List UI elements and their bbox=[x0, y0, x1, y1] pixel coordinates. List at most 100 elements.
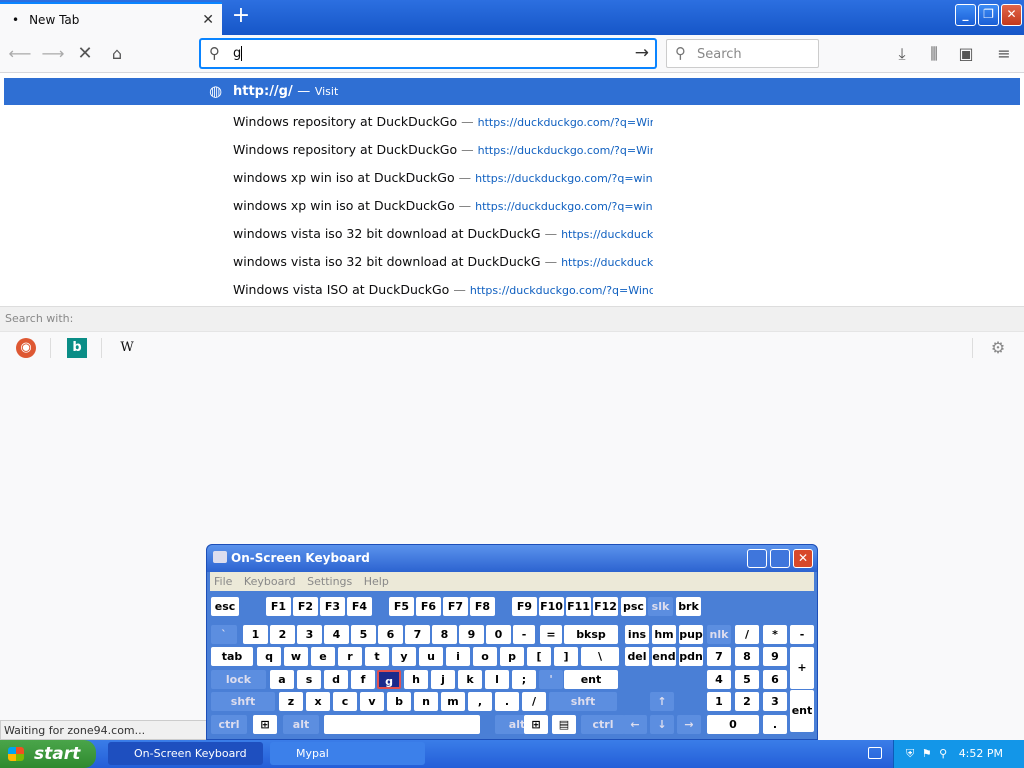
key[interactable]: k bbox=[458, 670, 482, 689]
wikipedia-icon[interactable]: W bbox=[117, 338, 137, 358]
key[interactable]: 7 bbox=[405, 625, 430, 644]
osk-maximize-button[interactable] bbox=[770, 549, 790, 568]
key[interactable]: 0 bbox=[486, 625, 511, 644]
key[interactable]: p bbox=[500, 647, 524, 666]
keyboard-tray-icon[interactable] bbox=[868, 747, 882, 759]
taskbar-item-osk[interactable]: On-Screen Keyboard bbox=[108, 742, 263, 765]
key[interactable]: F5 bbox=[389, 597, 414, 616]
library-icon[interactable]: ⫼ bbox=[922, 43, 946, 65]
osk-menu-keyboard[interactable]: Keyboard bbox=[244, 575, 296, 588]
stop-icon[interactable]: ✕ bbox=[73, 43, 97, 65]
osk-minimize-button[interactable] bbox=[747, 549, 767, 568]
osk-close-button[interactable]: ✕ bbox=[793, 549, 813, 568]
key[interactable]: F11 bbox=[566, 597, 591, 616]
key[interactable]: ↓ bbox=[650, 715, 674, 734]
key[interactable]: 7 bbox=[707, 647, 731, 666]
key[interactable]: z bbox=[279, 692, 303, 711]
key[interactable]: ctrl bbox=[211, 715, 247, 734]
key[interactable]: [ bbox=[527, 647, 551, 666]
key[interactable]: F1 bbox=[266, 597, 291, 616]
key[interactable]: 9 bbox=[763, 647, 787, 666]
spacebar-key[interactable] bbox=[324, 715, 480, 734]
tab-new-tab[interactable]: • New Tab ✕ bbox=[0, 2, 222, 35]
key[interactable]: 6 bbox=[763, 670, 787, 689]
autocomplete-row[interactable]: Windows vista ISO at DuckDuckGo — https://… bbox=[233, 276, 653, 304]
key[interactable]: r bbox=[338, 647, 362, 666]
key[interactable]: 8 bbox=[432, 625, 457, 644]
key[interactable]: y bbox=[392, 647, 416, 666]
autocomplete-row[interactable]: windows xp win iso at DuckDuckGo — https:/… bbox=[233, 164, 653, 192]
key[interactable]: \ bbox=[581, 647, 619, 666]
key[interactable]: e bbox=[311, 647, 335, 666]
key[interactable]: i bbox=[446, 647, 470, 666]
key[interactable]: F10 bbox=[539, 597, 564, 616]
key[interactable]: ; bbox=[512, 670, 536, 689]
search-tray-icon[interactable]: ⚲ bbox=[939, 747, 947, 760]
key[interactable]: lock bbox=[211, 670, 266, 689]
key[interactable]: F4 bbox=[347, 597, 372, 616]
key[interactable]: / bbox=[522, 692, 546, 711]
close-tab-icon[interactable]: ✕ bbox=[202, 12, 214, 28]
autocomplete-row[interactable]: windows vista iso 32 bit download at Duc… bbox=[233, 220, 653, 248]
key[interactable]: ent bbox=[564, 670, 618, 689]
key[interactable]: 1 bbox=[243, 625, 268, 644]
key[interactable]: del bbox=[625, 647, 649, 666]
shield-icon[interactable]: ⛨ bbox=[906, 747, 914, 760]
key[interactable]: g bbox=[377, 670, 401, 689]
key[interactable]: l bbox=[485, 670, 509, 689]
key[interactable]: 1 bbox=[707, 692, 731, 711]
menu-icon[interactable]: ≡ bbox=[992, 43, 1016, 65]
key[interactable]: F3 bbox=[320, 597, 345, 616]
key[interactable]: 2 bbox=[270, 625, 295, 644]
sidebar-icon[interactable]: ▣ bbox=[954, 43, 978, 65]
key[interactable]: end bbox=[652, 647, 676, 666]
key[interactable]: 0 bbox=[707, 715, 759, 734]
key[interactable]: d bbox=[324, 670, 348, 689]
taskbar-item-mypal[interactable]: Mypal bbox=[270, 742, 425, 765]
go-arrow-icon[interactable]: → bbox=[635, 43, 649, 63]
key[interactable]: . bbox=[763, 715, 787, 734]
key[interactable]: tab bbox=[211, 647, 253, 666]
key[interactable]: ↑ bbox=[650, 692, 674, 711]
key[interactable]: 6 bbox=[378, 625, 403, 644]
key[interactable]: 4 bbox=[707, 670, 731, 689]
key[interactable]: - bbox=[790, 625, 814, 644]
osk-menu-settings[interactable]: Settings bbox=[307, 575, 352, 588]
new-tab-button[interactable]: + bbox=[228, 4, 254, 30]
key[interactable]: q bbox=[257, 647, 281, 666]
menu-key-icon[interactable]: ▤ bbox=[552, 715, 576, 734]
window-close-button[interactable]: ✕ bbox=[1001, 4, 1022, 26]
minimize-button[interactable]: _ bbox=[955, 4, 976, 26]
autocomplete-heading-row[interactable]: ◍ http://g/ — Visit bbox=[4, 78, 1020, 105]
key[interactable]: u bbox=[419, 647, 443, 666]
downloads-icon[interactable]: ⤓ bbox=[890, 43, 914, 65]
key[interactable]: shft bbox=[211, 692, 275, 711]
key[interactable]: f bbox=[351, 670, 375, 689]
key[interactable]: 5 bbox=[351, 625, 376, 644]
key[interactable]: pup bbox=[679, 625, 703, 644]
key[interactable]: m bbox=[441, 692, 465, 711]
url-bar[interactable]: ⚲ g → bbox=[200, 39, 656, 68]
key[interactable]: F7 bbox=[443, 597, 468, 616]
key[interactable]: brk bbox=[676, 597, 701, 616]
key[interactable]: 9 bbox=[459, 625, 484, 644]
key[interactable]: + bbox=[790, 647, 814, 689]
key[interactable]: w bbox=[284, 647, 308, 666]
key[interactable]: F12 bbox=[593, 597, 618, 616]
key[interactable]: shft bbox=[549, 692, 617, 711]
key[interactable]: t bbox=[365, 647, 389, 666]
key[interactable]: - bbox=[513, 625, 535, 644]
key[interactable]: b bbox=[387, 692, 411, 711]
key[interactable]: o bbox=[473, 647, 497, 666]
key[interactable]: F8 bbox=[470, 597, 495, 616]
key[interactable]: hm bbox=[652, 625, 676, 644]
osk-menu-help[interactable]: Help bbox=[364, 575, 389, 588]
windows-key-icon[interactable]: ⊞ bbox=[524, 715, 548, 734]
key[interactable]: esc bbox=[211, 597, 239, 616]
key[interactable]: h bbox=[404, 670, 428, 689]
key[interactable]: ] bbox=[554, 647, 578, 666]
key[interactable]: = bbox=[540, 625, 562, 644]
key[interactable]: psc bbox=[621, 597, 646, 616]
key[interactable]: 4 bbox=[324, 625, 349, 644]
key[interactable]: alt bbox=[283, 715, 319, 734]
